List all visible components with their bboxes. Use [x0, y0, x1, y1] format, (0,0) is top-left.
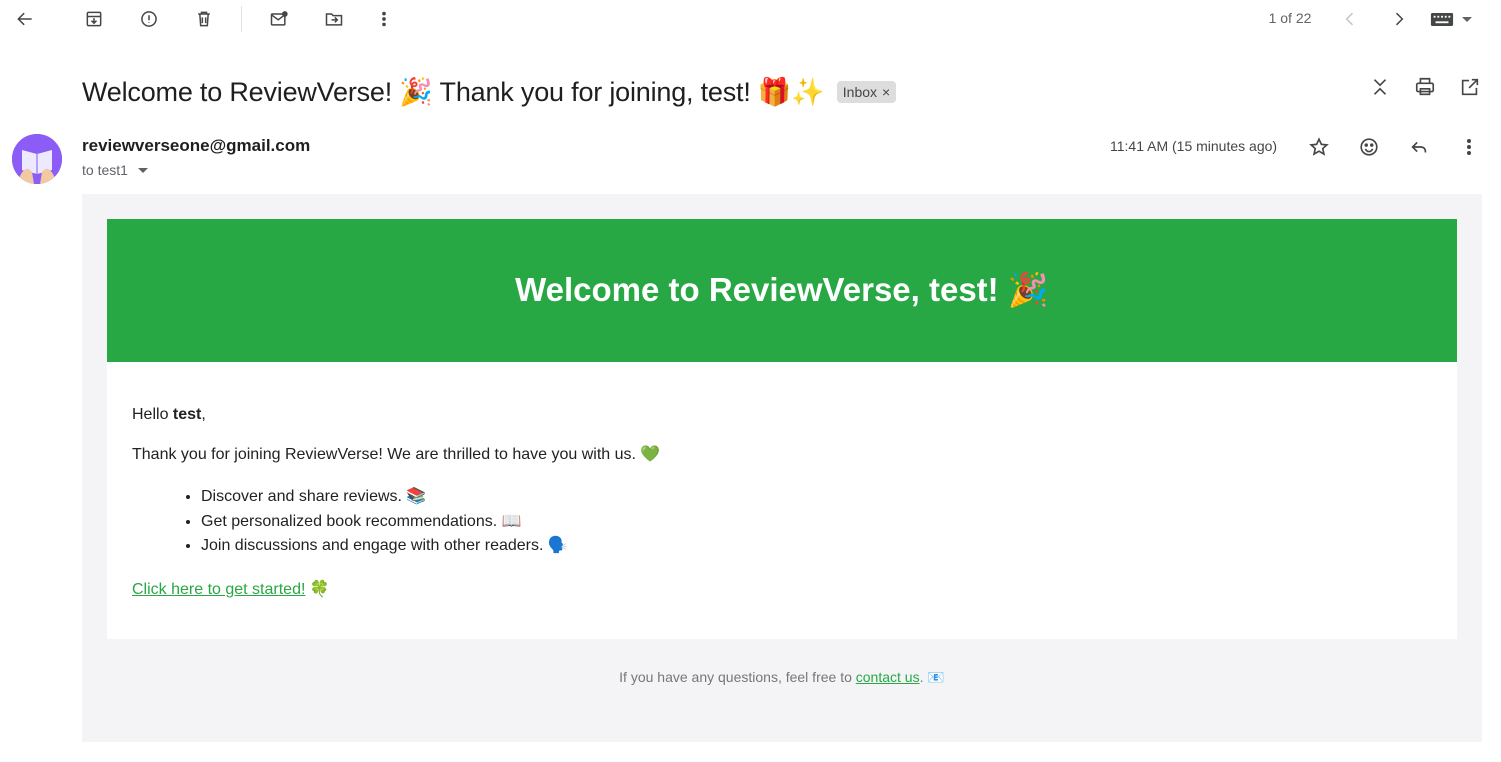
email-body: Welcome to ReviewVerse, test! 🎉 Hello te…: [82, 194, 1482, 742]
delete-icon[interactable]: [189, 4, 219, 34]
message-more-icon[interactable]: [1456, 134, 1482, 160]
back-icon[interactable]: [10, 4, 40, 34]
greeting-name: test: [172, 406, 202, 423]
greeting-prefix: Hello: [132, 406, 173, 423]
add-reaction-icon[interactable]: [1356, 134, 1382, 160]
list-item: Discover and share reviews. 📚: [201, 485, 1432, 510]
greeting: Hello test,: [132, 406, 1432, 424]
cta-emoji: 🍀: [305, 580, 330, 598]
sender-email[interactable]: reviewverseone@gmail.com: [82, 136, 310, 156]
pagination-count: 1 of 22: [1268, 10, 1312, 26]
print-icon[interactable]: [1414, 76, 1436, 103]
collapse-all-icon[interactable]: [1369, 76, 1391, 103]
cta-line: Click here to get started! 🍀: [132, 581, 1432, 599]
recipient-text: to test1: [82, 162, 128, 178]
email-subject: Welcome to ReviewVerse! 🎉 Thank you for …: [82, 77, 825, 107]
footer-prefix: If you have any questions, feel free to: [619, 669, 856, 685]
footer-suffix: . 📧: [919, 669, 945, 685]
move-to-icon[interactable]: [319, 4, 349, 34]
greeting-suffix: ,: [201, 406, 206, 423]
newer-icon[interactable]: [1335, 4, 1365, 34]
open-new-window-icon[interactable]: [1459, 76, 1481, 103]
intro-text: Thank you for joining ReviewVerse! We ar…: [132, 445, 661, 463]
label-text: Inbox: [842, 84, 878, 100]
message-timestamp: 11:41 AM (15 minutes ago): [1110, 138, 1278, 154]
contact-us-link[interactable]: contact us: [856, 669, 920, 685]
feature-list: Discover and share reviews. 📚 Get person…: [201, 485, 1432, 559]
welcome-banner: Welcome to ReviewVerse, test! 🎉: [107, 219, 1457, 362]
avatar[interactable]: [12, 134, 62, 184]
inbox-label[interactable]: Inbox ×: [836, 81, 897, 103]
remove-label-icon[interactable]: ×: [882, 84, 890, 100]
list-item: Join discussions and engage with other r…: [201, 534, 1432, 559]
get-started-link[interactable]: Click here to get started!: [132, 581, 305, 598]
chevron-down-icon: [1462, 16, 1472, 22]
reply-icon[interactable]: [1406, 134, 1432, 160]
list-item: Get personalized book recommendations. 📖: [201, 510, 1432, 535]
email-footer: If you have any questions, feel free to …: [82, 669, 1482, 686]
show-details-icon[interactable]: [137, 167, 148, 173]
subject-row: Welcome to ReviewVerse! 🎉 Thank you for …: [82, 72, 897, 112]
older-icon[interactable]: [1384, 4, 1414, 34]
input-tools-keyboard-icon[interactable]: [1430, 8, 1480, 30]
more-icon[interactable]: [369, 4, 399, 34]
banner-title: Welcome to ReviewVerse, test! 🎉: [515, 271, 1049, 308]
archive-icon[interactable]: [79, 4, 109, 34]
recipients[interactable]: to test1: [82, 162, 148, 178]
report-spam-icon[interactable]: [134, 4, 164, 34]
mark-unread-icon[interactable]: [264, 4, 294, 34]
toolbar-divider: [241, 6, 242, 32]
email-content: Hello test, Thank you for joining Review…: [107, 362, 1457, 639]
toolbar: 1 of 22: [0, 0, 1501, 38]
star-icon[interactable]: [1306, 134, 1332, 160]
